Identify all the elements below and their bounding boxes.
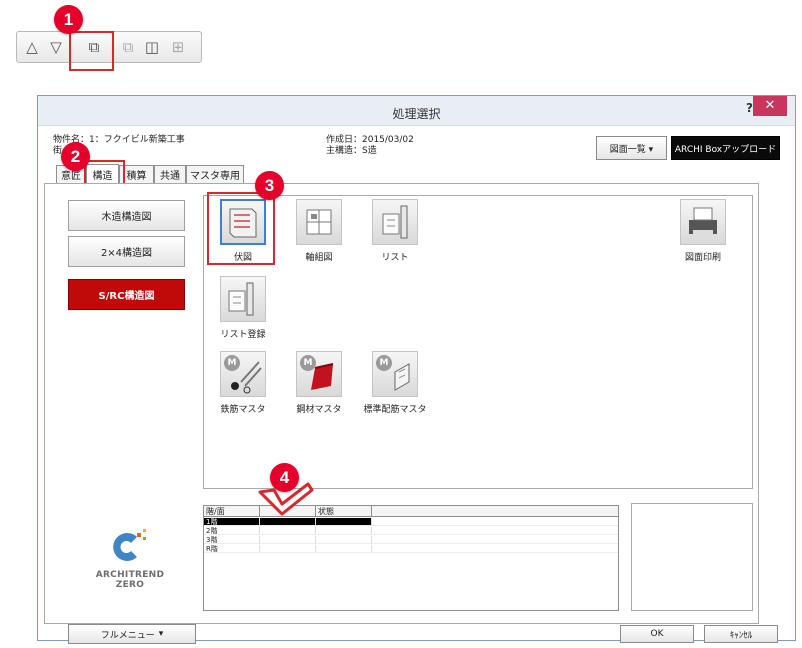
triangle-down-icon[interactable]: ▽ (45, 36, 67, 58)
axis-frame-icon (296, 199, 342, 245)
floor-row-2f[interactable]: 2階 (204, 527, 618, 535)
side-item-wood-structure[interactable]: 木造構造図 (68, 200, 185, 231)
floor-row-3f[interactable]: 3階 (204, 536, 618, 544)
steel-master-icon: M (296, 351, 342, 397)
tab-master[interactable]: マスタ専用 (186, 165, 244, 183)
side-item-2x4-structure[interactable]: 2×4構造図 (68, 236, 185, 267)
logo-mark-icon (113, 529, 146, 561)
callout-highlight-1 (69, 31, 114, 71)
main-structure: 主構造：S造 (326, 146, 377, 156)
side-item-src-structure[interactable]: S/RC構造図 (68, 279, 185, 310)
preview-panel (631, 503, 753, 611)
floor-row-1f[interactable]: 1階 (204, 518, 618, 526)
archi-box-upload-button[interactable]: ARCHI Boxアップロード (671, 136, 780, 160)
tool-list[interactable]: リスト (359, 199, 431, 263)
full-menu-dropdown[interactable]: フルメニュー ▾ (68, 624, 196, 644)
floor-row-rf[interactable]: R階 (204, 545, 618, 553)
dialog-titlebar: 処理選択 ? ✕ (38, 96, 795, 126)
cancel-button[interactable]: ｷｬﾝｾﾙ (704, 625, 778, 643)
archtrend-logo: ARCHITREND ZERO (82, 527, 178, 611)
standard-rebar-master-icon: M (372, 351, 418, 397)
drawing-list-button[interactable]: 図面一覧 ▾ (596, 136, 667, 160)
dialog-title: 処理選択 (392, 107, 441, 121)
printer-icon (680, 199, 726, 245)
split-vertical-icon[interactable]: ◫ (141, 36, 163, 58)
help-button[interactable]: ? (746, 101, 753, 115)
chevron-down-icon: ▾ (158, 629, 164, 639)
window-disabled-icon: ⧉ (122, 37, 134, 56)
callout-badge-4: 4 (270, 463, 299, 492)
triangle-up-icon[interactable]: △ (21, 36, 43, 58)
callout-badge-1: 1 (54, 5, 83, 34)
tool-drawing-print[interactable]: 図面印刷 (667, 199, 739, 263)
callout-highlight-3 (207, 192, 275, 265)
ok-button[interactable]: OK (620, 625, 694, 643)
project-meta: 作成日：2015/03/02 主構造：S造 (326, 135, 414, 157)
callout-badge-2: 2 (61, 142, 90, 171)
list-register-icon (220, 276, 266, 322)
list-icon (372, 199, 418, 245)
tool-standard-rebar-master[interactable]: M 標準配筋マスタ (359, 351, 431, 415)
close-button[interactable]: ✕ (753, 96, 787, 116)
created-date: 作成日：2015/03/02 (326, 135, 414, 145)
tool-axis-frame[interactable]: 軸組図 (283, 199, 355, 263)
tab-common[interactable]: 共通 (154, 165, 186, 183)
floor-table: 階/面 状態 1階 2階 3階 R階 (203, 505, 619, 611)
tool-list-register[interactable]: リスト登録 (207, 276, 279, 340)
callout-badge-3: 3 (255, 171, 284, 200)
tool-steel-master[interactable]: M 鋼材マスタ (283, 351, 355, 415)
rebar-master-icon: M (220, 351, 266, 397)
tool-rebar-master[interactable]: M 鉄筋マスタ (207, 351, 279, 415)
grid-icon: ⊞ (171, 37, 185, 56)
